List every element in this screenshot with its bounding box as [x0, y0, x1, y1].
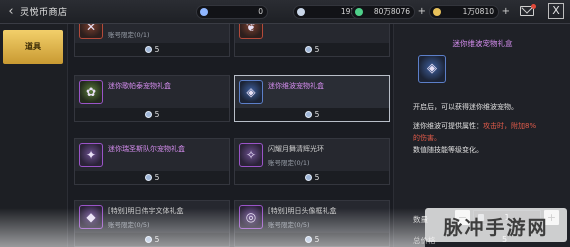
item-price-value: 5 — [314, 235, 320, 244]
gem-icon — [200, 8, 208, 16]
detail-description-line3: 的伤害。 — [413, 134, 441, 142]
coin-icon — [304, 46, 312, 53]
item-icon: ✦ — [85, 148, 97, 162]
item-thumbnail: ✦ — [79, 143, 103, 167]
top-bar: ‹ 灵悦币商店 0 1950 + 80万8076 + 1万0810 + X — [0, 0, 570, 24]
item-card[interactable]: ✧ 闪耀月舞清辉光环 账号限定(0/1) 5 — [234, 138, 390, 185]
item-thumbnail: ✧ — [239, 143, 263, 167]
page-title: 灵悦币商店 — [20, 8, 68, 18]
detail-description-line4: 数值随技能等级变化。 — [413, 146, 483, 154]
item-icon: ✧ — [245, 148, 257, 162]
item-icon: ✕ — [85, 24, 97, 34]
item-thumbnail: ❦ — [239, 24, 263, 39]
item-card[interactable]: ✕ 账号限定(0/1) 5 — [74, 24, 230, 57]
detail-item-thumbnail: ◈ — [418, 55, 446, 83]
currency-gold-plus-button[interactable]: + — [500, 6, 510, 18]
item-thumbnail: ◈ — [239, 80, 263, 104]
currency-gem-value: 0 — [258, 7, 263, 16]
currency-gold: 1万0810 + — [429, 5, 510, 19]
item-limit: 账号限定(0/5) — [268, 221, 310, 229]
coin-icon — [144, 236, 152, 243]
coin-icon — [144, 174, 152, 181]
item-grid: ✕ 账号限定(0/1) 5 ❦ 5 ✿ 迷你歌帕泰宠物礼盒 5 ◈ 迷你维波宠物… — [72, 24, 390, 247]
item-thumbnail: ◆ — [79, 205, 103, 229]
item-card[interactable]: ✿ 迷你歌帕泰宠物礼盒 5 — [74, 75, 230, 122]
item-price: 5 — [235, 108, 389, 121]
coin-icon — [304, 236, 312, 243]
detail-description-line1: 开启后，可以获得迷你维波宠物。 — [413, 103, 518, 111]
item-name: 迷你歌帕泰宠物礼盒 — [108, 82, 171, 90]
currency-leaf-value: 80万8076 — [373, 7, 410, 16]
item-price-value: 5 — [154, 235, 160, 244]
item-icon: ◈ — [427, 61, 437, 76]
detail-attr-label: 迷你维波可提供属性： — [413, 122, 483, 130]
item-thumbnail: ◎ — [239, 205, 263, 229]
item-price: 5 — [235, 171, 389, 184]
item-card[interactable]: ✦ 迷你瑞圣斯队尔宠物礼盒 5 — [74, 138, 230, 185]
coin-icon — [144, 111, 152, 118]
item-name: 迷你瑞圣斯队尔宠物礼盒 — [108, 145, 185, 153]
sidebar: 道具 — [0, 24, 68, 247]
watermark: 脉冲手游网 — [425, 208, 567, 242]
item-price-value: 5 — [154, 110, 160, 119]
item-price-value: 5 — [154, 45, 160, 54]
item-card[interactable]: ❦ 5 — [234, 24, 390, 57]
item-price: 5 — [235, 233, 389, 246]
item-name: [特别]明日伟宇文体礼盒 — [108, 207, 184, 215]
item-name: [特别]明日头像框礼盒 — [268, 207, 337, 215]
item-limit: 账号限定(0/1) — [268, 159, 310, 167]
item-price: 5 — [235, 43, 389, 56]
coin-icon — [144, 46, 152, 53]
currency-leaf-plus-button[interactable]: + — [416, 6, 426, 18]
item-price: 5 — [75, 233, 229, 246]
item-price-value: 5 — [154, 173, 160, 182]
item-icon: ✿ — [85, 85, 97, 99]
item-card[interactable]: ◆ [特别]明日伟宇文体礼盒 账号限定(0/5) 5 — [74, 200, 230, 247]
item-price: 5 — [75, 43, 229, 56]
detail-description-line2: 迷你维波可提供属性：攻击时，附加8% — [413, 121, 536, 131]
mail-icon[interactable] — [520, 4, 536, 16]
item-thumbnail: ✕ — [79, 24, 103, 39]
gold-coin-icon — [433, 8, 441, 16]
item-limit: 账号限定(0/5) — [108, 221, 150, 229]
currency-leaf: 80万8076 + — [351, 5, 426, 19]
item-limit: 账号限定(0/1) — [108, 31, 150, 39]
item-thumbnail: ✿ — [79, 80, 103, 104]
item-card-selected[interactable]: ◈ 迷你维波宠物礼盒 5 — [234, 75, 390, 122]
item-price-value: 5 — [314, 173, 320, 182]
item-icon: ◎ — [245, 210, 257, 224]
chevron-left-icon: ‹ — [8, 4, 14, 19]
detail-attr-value: 攻击时，附加8% — [483, 122, 537, 130]
item-card[interactable]: ◎ [特别]明日头像框礼盒 账号限定(0/5) 5 — [234, 200, 390, 247]
currency-gold-value: 1万0810 — [462, 7, 494, 16]
close-button[interactable]: X — [548, 3, 564, 19]
detail-item-name: 迷你维波宠物礼盒 — [452, 39, 513, 48]
item-price: 5 — [75, 171, 229, 184]
tab-props[interactable]: 道具 — [3, 30, 63, 64]
coin-icon — [304, 111, 312, 118]
item-name: 迷你维波宠物礼盒 — [268, 82, 324, 90]
notification-dot — [531, 4, 536, 9]
item-price: 5 — [75, 108, 229, 121]
item-icon: ❦ — [245, 24, 257, 34]
item-icon: ◆ — [86, 210, 96, 224]
item-name: 闪耀月舞清辉光环 — [268, 145, 324, 153]
coin-icon — [297, 8, 305, 16]
item-price-value: 5 — [314, 45, 320, 54]
leaf-icon — [355, 8, 363, 16]
currency-gem: 0 — [196, 5, 268, 19]
item-icon: ◈ — [246, 85, 256, 99]
watermark-text: 脉冲手游网 — [443, 217, 549, 239]
back-button[interactable]: ‹ — [4, 4, 18, 20]
item-price-value: 5 — [314, 110, 320, 119]
coin-icon — [304, 174, 312, 181]
